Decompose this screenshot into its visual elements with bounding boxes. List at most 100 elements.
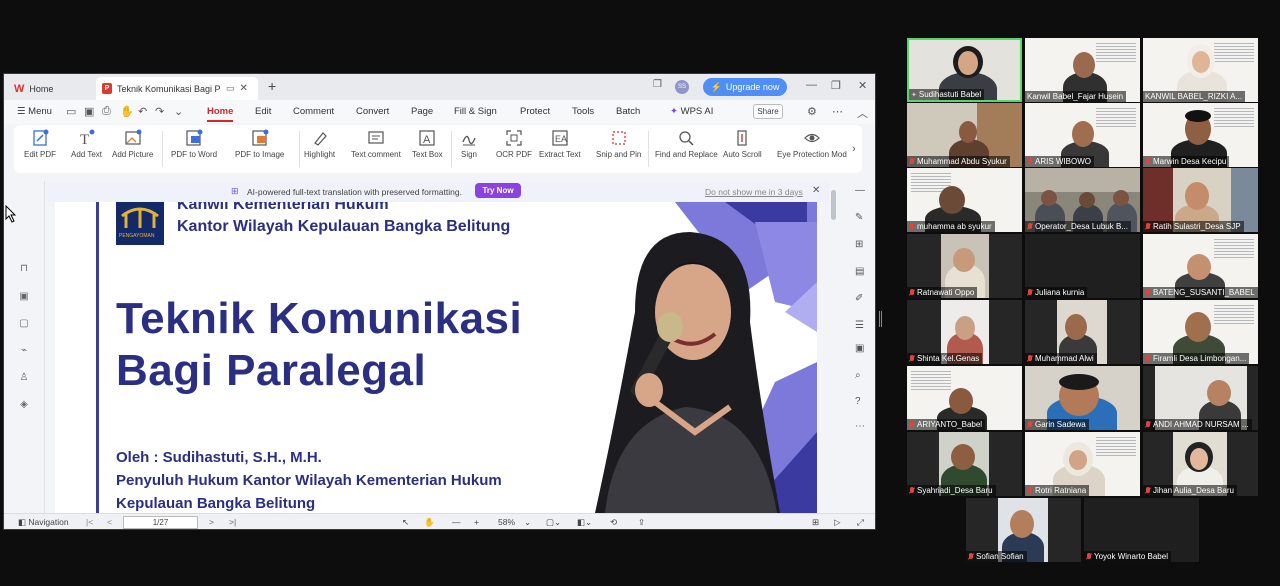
participant-tile-3[interactable]: KANWIL BABEL_RIZKI A... (1143, 38, 1258, 102)
participant-tile-6[interactable]: Marwin Desa Kecipu (1143, 103, 1258, 167)
participant-tile-14[interactable]: Muhammad Alwi (1025, 300, 1140, 364)
first-page-icon[interactable]: |< (86, 517, 93, 527)
text-comment-button[interactable]: Text comment (351, 129, 401, 159)
tab-home[interactable]: W Home (8, 77, 92, 100)
rotate-icon[interactable]: ⟲ (610, 517, 617, 528)
wps-ai-button[interactable]: ✦ WPS AI (670, 106, 713, 117)
pdf-to-word-button[interactable]: PDF to Word (171, 129, 217, 159)
participant-tile-1[interactable]: ✦ Sudihastuti Babel (907, 38, 1022, 102)
zoom-level[interactable]: 58% (498, 517, 515, 527)
list-icon[interactable]: ☰ (855, 320, 864, 331)
participant-tile-15[interactable]: Firamli Desa Limbongan... (1143, 300, 1258, 364)
participant-tile-7[interactable]: muhamma ab syukur (907, 168, 1022, 232)
participant-tile-8[interactable]: Operator_Desa Lubuk B... (1025, 168, 1140, 232)
frame-icon[interactable]: ▣ (855, 343, 864, 354)
gear-icon[interactable]: ⚙ (807, 105, 817, 118)
chevron-right-icon[interactable]: › (852, 143, 856, 155)
zoom-out-icon[interactable]: — (452, 517, 461, 527)
menu-item-fill-sign[interactable]: Fill & Sign (454, 106, 497, 117)
next-page-icon[interactable]: > (209, 517, 214, 527)
upgrade-button[interactable]: ⚡ Upgrade now (703, 78, 787, 96)
open-folder-icon[interactable]: ▭ (66, 105, 76, 118)
play-icon[interactable]: ▷ (834, 517, 841, 528)
participant-tile-9[interactable]: Ratih Sulastri_Desa SJP (1143, 168, 1258, 232)
more-icon[interactable]: ⋯ (832, 105, 843, 118)
close-tab-icon[interactable]: ✕ (240, 83, 248, 94)
monitor-icon[interactable]: ▭ (226, 83, 235, 94)
pdf-to-image-button[interactable]: PDF to Image (235, 129, 284, 159)
attachment-icon[interactable]: ⌁ (18, 345, 30, 357)
help-icon[interactable]: ? (855, 396, 861, 407)
search-icon[interactable]: ⌕ (855, 370, 861, 381)
restore-icon[interactable]: ❐ (831, 79, 841, 92)
save-icon[interactable]: ▣ (84, 105, 94, 118)
participant-tile-17[interactable]: Garin Sadewa (1025, 366, 1140, 430)
participant-tile-11[interactable]: Juliana kurnia (1025, 234, 1140, 298)
menu-item-convert[interactable]: Convert (356, 106, 389, 117)
zoom-dropdown-icon[interactable]: ⌄ (524, 517, 531, 528)
stamp-icon[interactable]: ♙ (18, 372, 30, 384)
highlight-button[interactable]: Highlight (304, 129, 335, 159)
minus-icon[interactable]: — (855, 185, 865, 196)
menu-item-page[interactable]: Page (411, 106, 433, 117)
participant-tile-13[interactable]: Shinta Kel.Genas (907, 300, 1022, 364)
fullscreen-icon[interactable]: ⤢ (857, 517, 864, 528)
hand-tool-icon[interactable]: ✋ (424, 517, 435, 528)
vertical-scrollbar[interactable] (830, 190, 838, 510)
page-number-input[interactable]: 1/27 (123, 516, 198, 529)
print-icon[interactable]: ⎙ (102, 105, 111, 118)
close-window-icon[interactable]: ✕ (858, 79, 867, 92)
menu-item-edit[interactable]: Edit (255, 106, 271, 117)
reading-mode-icon[interactable]: ⊞ (812, 517, 819, 528)
try-now-button[interactable]: Try Now (475, 183, 521, 198)
menu-item-protect[interactable]: Protect (520, 106, 550, 117)
menu-item-comment[interactable]: Comment (293, 106, 334, 117)
dismiss-banner-link[interactable]: Do not show me in 3 days (705, 187, 803, 197)
thumbnail-icon[interactable]: ▣ (18, 291, 30, 303)
zoom-in-icon[interactable]: + (474, 517, 479, 527)
document-icon[interactable]: ▤ (855, 266, 864, 277)
participant-tile-19[interactable]: Syahriadi_Desa Baru (907, 432, 1022, 496)
share-button[interactable]: Share (753, 104, 783, 119)
participant-tile-23[interactable]: Yoyok Winarto Babel (1084, 498, 1199, 562)
edit-icon[interactable]: ✎ (855, 212, 863, 223)
new-tab-icon[interactable]: + (268, 78, 276, 94)
participant-tile-2[interactable]: Kanwil Babel_Fajar Husein (1025, 38, 1140, 102)
bookmark-icon[interactable]: ⊓ (18, 263, 30, 275)
menu-item-tools[interactable]: Tools (572, 106, 594, 117)
comment-icon[interactable]: ▢ (18, 318, 30, 330)
select-cursor-icon[interactable]: ↖ (402, 517, 409, 528)
navigation-button[interactable]: ◧ Navigation (18, 517, 69, 528)
menu-item-home[interactable]: Home (207, 106, 234, 122)
participant-tile-18[interactable]: ANDI AHMAD NURSAM ... (1143, 366, 1258, 430)
pen-icon[interactable]: ✐ (855, 293, 863, 304)
participant-tile-21[interactable]: Jihan Aulia_Desa Baru (1143, 432, 1258, 496)
chevron-down-icon[interactable]: ⌄ (174, 105, 183, 118)
hand-icon[interactable]: ✋ (120, 105, 134, 118)
add-picture-button[interactable]: Add Picture (112, 129, 153, 159)
close-banner-icon[interactable]: ✕ (812, 185, 820, 196)
windows-icon[interactable]: ❐ (653, 79, 662, 90)
tab-document[interactable]: P Teknik Komunikasi Bagi Paralegal ▭ ✕ (96, 77, 258, 100)
menu-button[interactable]: ☰ Menu (17, 106, 52, 117)
ocr-pdf-button[interactable]: OCR PDF (496, 129, 532, 159)
participant-tile-10[interactable]: Ratnawati Oppo (907, 234, 1022, 298)
page-layout-icon[interactable]: ◧⌄ (577, 517, 592, 528)
prev-page-icon[interactable]: < (107, 517, 112, 527)
participant-tile-22[interactable]: Sofian Sofian (966, 498, 1081, 562)
fit-page-icon[interactable]: ▢⌄ (546, 517, 561, 528)
participant-tile-20[interactable]: Rotri Ratniana (1025, 432, 1140, 496)
extract-text-button[interactable]: EA Extract Text (539, 129, 581, 159)
export-icon[interactable]: ⇪ (638, 517, 645, 528)
more-options-icon[interactable]: ⋯ (855, 421, 865, 432)
last-page-icon[interactable]: >| (229, 517, 236, 527)
eye-protection-button[interactable]: Eye Protection Mod (777, 129, 847, 159)
undo-icon[interactable]: ↶ (138, 105, 147, 118)
scrollbar-thumb[interactable] (831, 190, 836, 220)
collapse-ribbon-icon[interactable]: ︿ (857, 105, 868, 121)
participant-tile-4[interactable]: Muhammad Abdu Syukur (907, 103, 1022, 167)
participant-tile-16[interactable]: ARIYANTO_Babel (907, 366, 1022, 430)
text-box-button[interactable]: A Text Box (412, 129, 443, 159)
participant-tile-12[interactable]: BATENG_SUSANTI_BABEL (1143, 234, 1258, 298)
layers-icon[interactable]: ◈ (18, 399, 30, 411)
